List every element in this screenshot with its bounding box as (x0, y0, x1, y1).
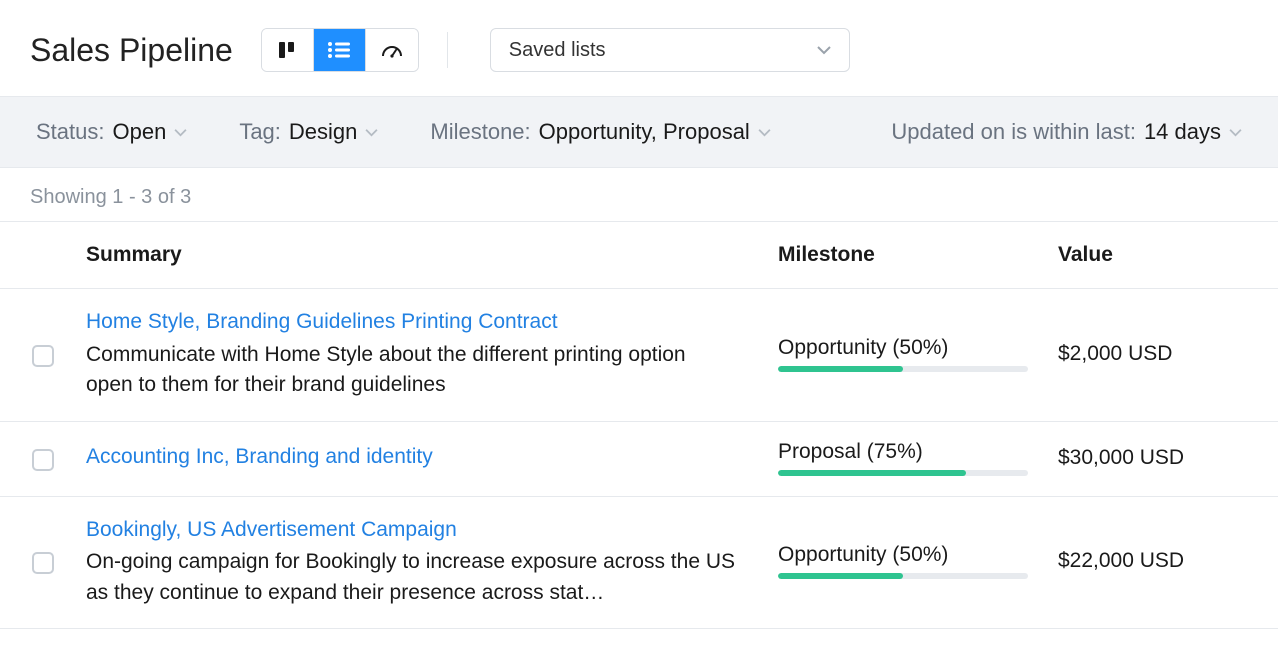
filter-tag-label: Tag: (239, 119, 281, 145)
row-value: $2,000 USD (1058, 342, 1278, 366)
filter-updated[interactable]: Updated on is within last: 14 days (891, 119, 1242, 145)
row-milestone-cell: Proposal (75%) (778, 440, 1058, 476)
view-kanban-button[interactable] (262, 29, 314, 71)
row-milestone-cell: Opportunity (50%) (778, 336, 1058, 372)
progress-fill (778, 573, 903, 579)
row-check-cell (0, 341, 86, 367)
filter-milestone[interactable]: Milestone: Opportunity, Proposal (430, 119, 770, 145)
filter-milestone-label: Milestone: (430, 119, 530, 145)
filter-status-label: Status: (36, 119, 104, 145)
row-milestone-cell: Opportunity (50%) (778, 543, 1058, 579)
page-title: Sales Pipeline (30, 32, 233, 69)
view-dashboard-button[interactable] (366, 29, 418, 71)
saved-lists-dropdown[interactable]: Saved lists (490, 28, 850, 72)
chevron-down-icon (1229, 128, 1242, 137)
row-value: $22,000 USD (1058, 549, 1278, 573)
row-milestone-label: Opportunity (50%) (778, 336, 1028, 360)
results-count: Showing 1 - 3 of 3 (0, 168, 1278, 221)
view-toggle (261, 28, 419, 72)
kanban-icon (278, 41, 296, 59)
row-checkbox[interactable] (32, 449, 54, 471)
row-milestone-label: Proposal (75%) (778, 440, 1028, 464)
col-value-header: Value (1058, 243, 1278, 267)
row-summary-cell: Bookingly, US Advertisement Campaign On-… (86, 515, 778, 608)
col-milestone-header: Milestone (778, 243, 1058, 267)
table-row: Bookingly, US Advertisement Campaign On-… (0, 497, 1278, 629)
progress-bar (778, 470, 1028, 476)
col-check-header (0, 253, 86, 257)
filter-status[interactable]: Status: Open (36, 119, 187, 145)
chevron-down-icon (817, 45, 831, 55)
filter-updated-label: Updated on is within last: (891, 119, 1136, 145)
row-summary-cell: Home Style, Branding Guidelines Printing… (86, 307, 778, 400)
col-summary-header: Summary (86, 240, 778, 270)
progress-fill (778, 470, 966, 476)
row-check-cell (0, 548, 86, 574)
gauge-icon (381, 42, 403, 58)
row-description: Communicate with Home Style about the di… (86, 340, 738, 401)
row-milestone-label: Opportunity (50%) (778, 543, 1028, 567)
row-value: $30,000 USD (1058, 446, 1278, 470)
filter-tag-value: Design (289, 119, 357, 145)
chevron-down-icon (174, 128, 187, 137)
filter-milestone-value: Opportunity, Proposal (539, 119, 750, 145)
results-table: Summary Milestone Value Home Style, Bran… (0, 221, 1278, 629)
progress-bar (778, 573, 1028, 579)
progress-fill (778, 366, 903, 372)
vertical-divider (447, 32, 448, 68)
row-description: On-going campaign for Bookingly to incre… (86, 547, 738, 608)
list-icon (328, 42, 350, 58)
row-checkbox[interactable] (32, 345, 54, 367)
view-list-button[interactable] (314, 29, 366, 71)
chevron-down-icon (365, 128, 378, 137)
row-title-link[interactable]: Accounting Inc, Branding and identity (86, 442, 433, 472)
row-title-link[interactable]: Home Style, Branding Guidelines Printing… (86, 307, 558, 337)
filter-status-value: Open (112, 119, 166, 145)
table-row: Home Style, Branding Guidelines Printing… (0, 289, 1278, 421)
page-header: Sales Pipeline (0, 0, 1278, 96)
table-header: Summary Milestone Value (0, 221, 1278, 289)
saved-lists-label: Saved lists (509, 39, 606, 62)
row-check-cell (0, 445, 86, 471)
chevron-down-icon (758, 128, 771, 137)
row-title-link[interactable]: Bookingly, US Advertisement Campaign (86, 515, 457, 545)
filter-bar: Status: Open Tag: Design Milestone: Oppo… (0, 96, 1278, 168)
table-row: Accounting Inc, Branding and identity Pr… (0, 422, 1278, 497)
row-checkbox[interactable] (32, 552, 54, 574)
row-summary-cell: Accounting Inc, Branding and identity (86, 442, 778, 474)
filter-updated-value: 14 days (1144, 119, 1221, 145)
filter-tag[interactable]: Tag: Design (239, 119, 378, 145)
progress-bar (778, 366, 1028, 372)
